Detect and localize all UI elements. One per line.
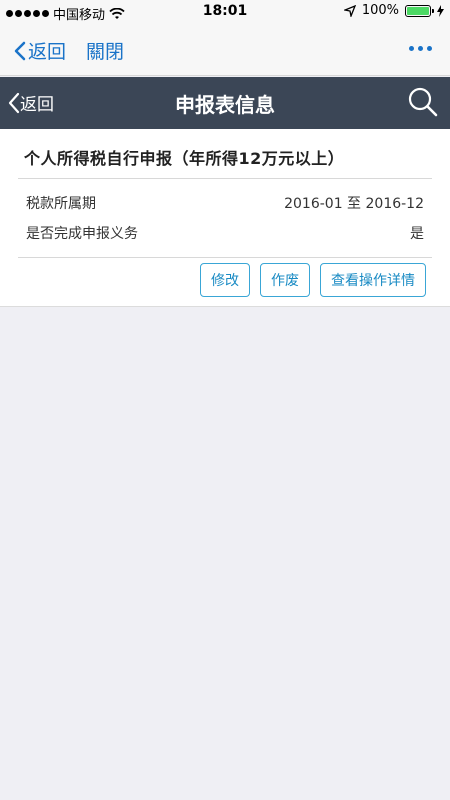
info-row-obligation: 是否完成申报义务 是 bbox=[26, 223, 424, 243]
battery-percent: 100% bbox=[361, 3, 399, 18]
modify-button[interactable]: 修改 bbox=[200, 263, 250, 297]
chevron-left-icon bbox=[14, 41, 26, 60]
browser-nav-bar: 返回 關閉 bbox=[0, 24, 450, 76]
location-arrow-icon bbox=[343, 4, 356, 17]
action-buttons: 修改 作废 查看操作详情 bbox=[200, 263, 426, 297]
nav-back-button[interactable]: 返回 bbox=[14, 37, 66, 64]
search-icon bbox=[408, 87, 438, 117]
declaration-card: 个人所得税自行申报（年所得12万元以上） 税款所属期 2016-01 至 201… bbox=[0, 129, 450, 307]
obligation-value: 是 bbox=[410, 226, 424, 242]
obligation-label: 是否完成申报义务 bbox=[26, 226, 138, 242]
divider bbox=[18, 257, 432, 258]
status-bar: 中国移动 18:01 100% bbox=[0, 0, 450, 24]
status-right: 100% bbox=[343, 3, 444, 18]
tax-period-value: 2016-01 至 2016-12 bbox=[284, 196, 424, 212]
declaration-title: 个人所得税自行申报（年所得12万元以上） bbox=[24, 149, 345, 168]
void-button[interactable]: 作废 bbox=[260, 263, 310, 297]
charging-bolt-icon bbox=[437, 4, 444, 17]
page-title: 申报表信息 bbox=[175, 93, 275, 117]
tax-period-label: 税款所属期 bbox=[26, 196, 96, 212]
view-details-button[interactable]: 查看操作详情 bbox=[320, 263, 426, 297]
app-header: 返回 申报表信息 bbox=[0, 77, 450, 129]
nav-close-button[interactable]: 關閉 bbox=[86, 37, 124, 64]
more-options-icon[interactable] bbox=[409, 46, 432, 51]
battery-icon bbox=[405, 4, 434, 17]
divider bbox=[18, 178, 432, 179]
info-row-tax-period: 税款所属期 2016-01 至 2016-12 bbox=[26, 193, 424, 213]
nav-back-label: 返回 bbox=[28, 41, 67, 63]
search-button[interactable] bbox=[408, 87, 438, 121]
